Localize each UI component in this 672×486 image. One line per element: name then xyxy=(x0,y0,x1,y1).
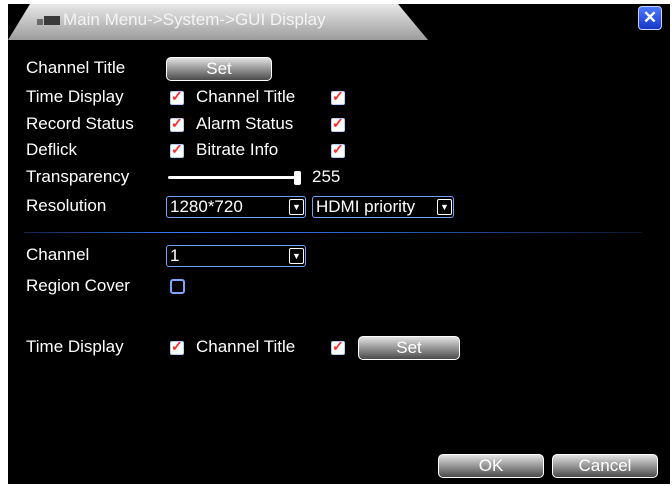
alarm-status-label: Alarm Status xyxy=(196,114,294,133)
output-priority-value: HDMI priority xyxy=(316,197,416,216)
record-status-checkbox[interactable] xyxy=(170,115,184,132)
chevron-down-icon[interactable]: ▼ xyxy=(289,199,304,215)
menu-icon xyxy=(37,16,60,25)
channel-title-checkbox-2[interactable] xyxy=(331,338,345,355)
cancel-button[interactable]: Cancel xyxy=(552,454,658,478)
section-divider xyxy=(24,232,642,233)
resolution-select[interactable]: 1280*720 ▼ xyxy=(166,196,306,218)
region-cover-checkbox[interactable] xyxy=(170,279,185,294)
title-tab: Main Menu->System->GUI Display xyxy=(8,4,428,40)
channel-select[interactable]: 1 ▼ xyxy=(166,245,306,267)
deflick-checkbox[interactable] xyxy=(170,141,184,158)
resolution-value: 1280*720 xyxy=(170,197,243,216)
channel-title-check-label: Channel Title xyxy=(196,87,296,106)
ok-button[interactable]: OK xyxy=(438,454,544,478)
chevron-down-icon[interactable]: ▼ xyxy=(437,199,452,215)
channel-title-label: Channel Title xyxy=(26,58,126,77)
transparency-slider[interactable] xyxy=(168,176,300,179)
close-button[interactable]: ✕ xyxy=(638,6,662,30)
bitrate-info-checkbox[interactable] xyxy=(331,141,345,158)
window-title: Main Menu->System->GUI Display xyxy=(63,10,326,29)
deflick-label: Deflick xyxy=(26,140,78,159)
bitrate-info-label: Bitrate Info xyxy=(196,140,279,159)
record-status-label: Record Status xyxy=(26,114,134,133)
channel-value: 1 xyxy=(170,246,180,265)
channel-title-label-2: Channel Title xyxy=(196,337,296,356)
transparency-slider-handle[interactable] xyxy=(294,171,301,185)
alarm-status-checkbox[interactable] xyxy=(331,115,345,132)
channel-title-checkbox[interactable] xyxy=(331,88,345,105)
time-display-checkbox[interactable] xyxy=(170,88,184,105)
channel-label: Channel xyxy=(26,245,90,264)
region-set-button[interactable]: Set xyxy=(358,336,460,360)
time-display-label: Time Display xyxy=(26,87,124,106)
transparency-label: Transparency xyxy=(26,167,130,186)
title-bar: Main Menu->System->GUI Display ✕ xyxy=(8,4,670,42)
time-display-checkbox-2[interactable] xyxy=(170,338,184,355)
time-display-label-2: Time Display xyxy=(26,337,124,356)
transparency-value: 255 xyxy=(312,167,341,186)
channel-title-set-button[interactable]: Set xyxy=(166,57,272,81)
output-priority-select[interactable]: HDMI priority ▼ xyxy=(312,196,454,218)
gui-display-dialog: Main Menu->System->GUI Display ✕ Channel… xyxy=(8,4,670,484)
chevron-down-icon[interactable]: ▼ xyxy=(289,248,304,264)
resolution-label: Resolution xyxy=(26,196,107,215)
region-cover-label: Region Cover xyxy=(26,276,130,295)
close-icon: ✕ xyxy=(642,8,658,27)
